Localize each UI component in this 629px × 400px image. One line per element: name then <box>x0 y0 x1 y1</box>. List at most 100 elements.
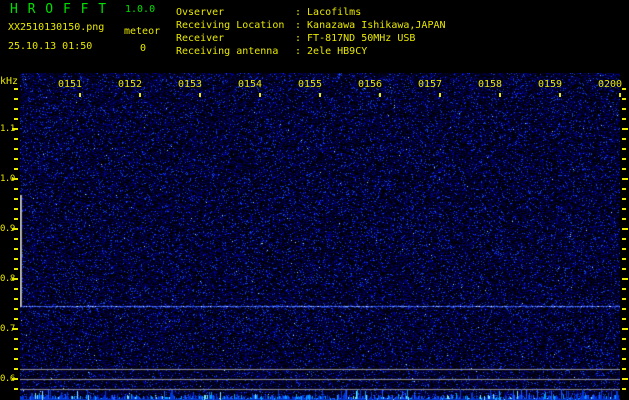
freq-minor-tick-left <box>14 298 18 300</box>
time-tick-label: 0200 <box>598 80 622 90</box>
freq-minor-tick-left <box>14 88 18 90</box>
freq-minor-tick-left <box>14 168 18 170</box>
time-tick-label: 0158 <box>478 80 502 90</box>
freq-minor-tick-right <box>622 358 626 360</box>
freq-minor-tick-left <box>14 248 18 250</box>
time-tick-mark <box>139 93 141 97</box>
freq-minor-tick-right <box>622 308 626 310</box>
station-info-block: Ovserver: LacofilmsReceiving Location: K… <box>176 7 446 59</box>
time-tick-label: 0156 <box>358 80 382 90</box>
freq-minor-tick-right <box>622 148 626 150</box>
freq-minor-tick-left <box>14 98 18 100</box>
freq-tick-label: 0.9 <box>0 224 12 234</box>
station-info-value: : Lacofilms <box>295 7 361 20</box>
station-info-label: Receiving Location <box>176 20 295 33</box>
freq-minor-tick-left <box>14 258 18 260</box>
output-filename: XX2510130150.png <box>8 23 104 33</box>
meteor-count: 0 <box>140 44 146 54</box>
freq-tick-label: 0.8 <box>0 274 12 284</box>
freq-minor-tick-left <box>14 388 18 390</box>
time-tick-label: 0152 <box>118 80 142 90</box>
station-info-row: Receiving antenna: 2ele HB9CY <box>176 46 446 59</box>
freq-minor-tick-right <box>622 188 626 190</box>
station-info-row: Receiving Location: Kanazawa Ishikawa,JA… <box>176 20 446 33</box>
freq-minor-tick-left <box>14 218 18 220</box>
station-info-value: : FT-817ND 50MHz USB <box>295 33 415 46</box>
freq-minor-tick-right <box>622 98 626 100</box>
time-tick-label: 0151 <box>58 80 82 90</box>
freq-minor-tick-left <box>14 358 18 360</box>
freq-minor-tick-right <box>622 108 626 110</box>
timestamp: 25.10.13 01:50 <box>8 42 92 52</box>
freq-major-tick-right <box>622 178 628 180</box>
station-info-label: Ovserver <box>176 7 295 20</box>
hrofft-screen: H R O F F T 1.0.0 XX2510130150.png meteo… <box>0 0 629 400</box>
time-tick-label: 0153 <box>178 80 202 90</box>
time-tick-mark <box>499 93 501 97</box>
freq-minor-tick-left <box>14 158 18 160</box>
freq-minor-tick-left <box>14 148 18 150</box>
time-tick-mark <box>199 93 201 97</box>
freq-minor-tick-right <box>622 318 626 320</box>
time-tick-mark <box>379 93 381 97</box>
station-info-value: : Kanazawa Ishikawa,JAPAN <box>295 20 446 33</box>
freq-minor-tick-right <box>622 218 626 220</box>
freq-minor-tick-right <box>622 208 626 210</box>
time-tick-mark <box>79 93 81 97</box>
freq-minor-tick-left <box>14 188 18 190</box>
freq-major-tick-left <box>12 278 18 280</box>
y-axis-unit-label: kHz <box>0 77 18 87</box>
freq-major-tick-left <box>12 328 18 330</box>
station-info-label: Receiver <box>176 33 295 46</box>
freq-tick-label: 0.7 <box>0 324 12 334</box>
freq-tick-label: 1.0 <box>0 174 12 184</box>
time-tick-label: 0154 <box>238 80 262 90</box>
freq-minor-tick-left <box>14 318 18 320</box>
station-info-label: Receiving antenna <box>176 46 295 59</box>
freq-tick-label: 1.1 <box>0 124 12 134</box>
freq-minor-tick-right <box>622 288 626 290</box>
freq-minor-tick-right <box>622 268 626 270</box>
freq-minor-tick-right <box>622 368 626 370</box>
freq-minor-tick-right <box>622 138 626 140</box>
freq-major-tick-right <box>622 328 628 330</box>
time-tick-label: 0155 <box>298 80 322 90</box>
time-tick-mark <box>439 93 441 97</box>
freq-minor-tick-right <box>622 118 626 120</box>
time-tick-mark <box>559 93 561 97</box>
freq-major-tick-left <box>12 128 18 130</box>
freq-minor-tick-right <box>622 198 626 200</box>
freq-major-tick-left <box>12 378 18 380</box>
freq-major-tick-right <box>622 278 628 280</box>
time-tick-label: 0157 <box>418 80 442 90</box>
freq-minor-tick-right <box>622 168 626 170</box>
app-version: 1.0.0 <box>125 5 155 15</box>
time-tick-mark <box>619 93 621 97</box>
time-tick-label: 0159 <box>538 80 562 90</box>
freq-major-tick-right <box>622 228 628 230</box>
freq-minor-tick-right <box>622 298 626 300</box>
freq-minor-tick-left <box>14 138 18 140</box>
app-title: H R O F F T <box>10 3 107 16</box>
freq-minor-tick-left <box>14 338 18 340</box>
freq-minor-tick-left <box>14 268 18 270</box>
station-info-value: : 2ele HB9CY <box>295 46 367 59</box>
freq-minor-tick-right <box>622 348 626 350</box>
freq-minor-tick-right <box>622 158 626 160</box>
freq-minor-tick-right <box>622 388 626 390</box>
freq-minor-tick-left <box>14 208 18 210</box>
mode-label: meteor <box>124 27 160 37</box>
freq-minor-tick-left <box>14 368 18 370</box>
freq-major-tick-left <box>12 178 18 180</box>
freq-minor-tick-right <box>622 238 626 240</box>
freq-major-tick-right <box>622 128 628 130</box>
freq-minor-tick-right <box>622 338 626 340</box>
freq-minor-tick-left <box>14 118 18 120</box>
freq-minor-tick-right <box>622 88 626 90</box>
freq-minor-tick-right <box>622 258 626 260</box>
freq-minor-tick-left <box>14 238 18 240</box>
freq-minor-tick-left <box>14 348 18 350</box>
time-tick-mark <box>259 93 261 97</box>
freq-minor-tick-left <box>14 108 18 110</box>
spectrogram-canvas <box>20 73 620 400</box>
